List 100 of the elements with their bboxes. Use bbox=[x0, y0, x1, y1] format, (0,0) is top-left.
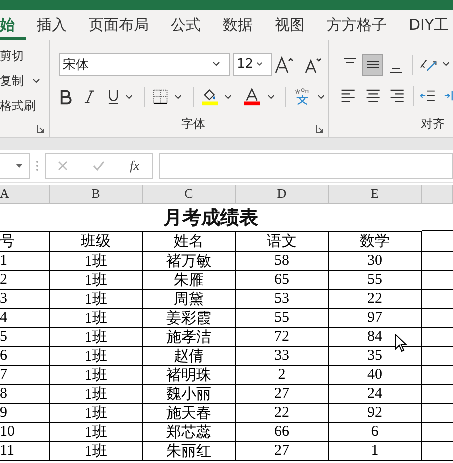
chevron-icon[interactable] bbox=[33, 79, 40, 84]
table-cell: 27 bbox=[236, 442, 329, 461]
table-cell: 施孝洁 bbox=[143, 328, 236, 347]
mouse-pointer-icon bbox=[395, 334, 407, 353]
chevron-icon[interactable] bbox=[126, 94, 133, 100]
table-cell: 65 bbox=[236, 271, 329, 290]
ribbon-tab[interactable]: 插入 bbox=[26, 10, 78, 40]
bold-icon[interactable] bbox=[59, 89, 72, 105]
table-cell: 周黛 bbox=[143, 290, 236, 309]
column-header[interactable]: B bbox=[50, 185, 143, 204]
ribbon-tab[interactable]: 方方格子 bbox=[316, 10, 398, 40]
table-cell: 40 bbox=[329, 366, 422, 385]
ribbon-tab[interactable]: 页面布局 bbox=[78, 10, 160, 40]
chevron-icon[interactable] bbox=[213, 62, 220, 67]
table-cell: 朱雁 bbox=[143, 271, 236, 290]
table-cell: 1班 bbox=[50, 271, 143, 290]
table-cell: 1班 bbox=[50, 423, 143, 442]
table-cell: 1班 bbox=[50, 309, 143, 328]
clipboard-command[interactable]: 复制 bbox=[0, 73, 49, 90]
chevron-icon[interactable] bbox=[224, 94, 232, 100]
formula-input[interactable] bbox=[159, 153, 453, 179]
header-cell: 班级 bbox=[50, 232, 143, 252]
dialog-launcher-icon[interactable] bbox=[316, 125, 324, 133]
table-cell: 1班 bbox=[50, 385, 143, 404]
ribbon-tab[interactable]: 视图 bbox=[264, 10, 316, 40]
table-cell: 褚万敏 bbox=[143, 252, 236, 271]
table-cell: 朱丽红 bbox=[143, 442, 236, 461]
column-header[interactable]: A bbox=[0, 185, 50, 204]
header-cell: 语文 bbox=[236, 232, 329, 252]
table-cell: 7 bbox=[0, 366, 50, 385]
font-color-icon[interactable] bbox=[244, 88, 261, 106]
clipboard-command[interactable]: 格式刷 bbox=[0, 98, 49, 115]
align-top-icon bbox=[344, 58, 356, 62]
drag-handle-icon[interactable] bbox=[36, 160, 39, 172]
shrink-font-icon[interactable] bbox=[304, 56, 322, 74]
italic-icon[interactable] bbox=[84, 89, 96, 105]
table-cell: 1班 bbox=[50, 290, 143, 309]
table-cell: 11 bbox=[0, 442, 50, 461]
check-icon[interactable] bbox=[93, 161, 106, 171]
font-name-field[interactable]: 宋体 bbox=[59, 53, 230, 76]
column-header[interactable]: E bbox=[329, 185, 422, 204]
chevron-icon[interactable] bbox=[318, 94, 325, 100]
borders-icon[interactable] bbox=[152, 89, 168, 105]
underline-icon[interactable] bbox=[108, 89, 120, 105]
table-cell: 2 bbox=[236, 366, 329, 385]
table-cell: 1班 bbox=[50, 442, 143, 461]
table-cell: 58 bbox=[236, 252, 329, 271]
table-cell: 72 bbox=[236, 328, 329, 347]
chevron-icon[interactable] bbox=[174, 94, 182, 100]
table-cell: 施天春 bbox=[143, 404, 236, 423]
column-header[interactable]: C bbox=[143, 185, 236, 204]
table-cell: 4 bbox=[0, 309, 50, 328]
table-cell: 6 bbox=[329, 423, 422, 442]
table-cell: 55 bbox=[236, 309, 329, 328]
table-cell: 1班 bbox=[50, 252, 143, 271]
header-cell: 姓名 bbox=[143, 232, 236, 252]
group-label: 对齐 bbox=[421, 116, 445, 133]
ribbon-tab[interactable]: DIY工 bbox=[398, 10, 453, 40]
table-cell: 1班 bbox=[50, 347, 143, 366]
table-cell: 1 bbox=[329, 442, 422, 461]
table-cell: 1班 bbox=[50, 328, 143, 347]
phonetic-guide-icon[interactable] bbox=[294, 88, 312, 106]
table-cell: 1班 bbox=[50, 404, 143, 423]
table-cell: 97 bbox=[329, 309, 422, 328]
align-middle-button[interactable] bbox=[362, 54, 384, 76]
ribbon-tab[interactable]: 数据 bbox=[212, 10, 264, 40]
table-cell: 33 bbox=[236, 347, 329, 366]
column-header[interactable]: D bbox=[236, 185, 329, 204]
table-cell: 24 bbox=[329, 385, 422, 404]
table-cell: 魏小丽 bbox=[143, 385, 236, 404]
dropdown-icon[interactable] bbox=[16, 164, 23, 168]
dialog-launcher-icon[interactable] bbox=[37, 125, 45, 133]
table-cell: 66 bbox=[236, 423, 329, 442]
header-cell: 号 bbox=[0, 232, 50, 252]
table-cell: 1班 bbox=[50, 366, 143, 385]
chevron-icon[interactable] bbox=[443, 62, 450, 67]
sheet-title: 月考成绩表 bbox=[0, 204, 422, 232]
header-cell: 数学 bbox=[329, 232, 422, 252]
table-cell: 10 bbox=[0, 423, 50, 442]
font-size-field[interactable]: 12 bbox=[233, 53, 272, 76]
align-bottom-icon bbox=[390, 68, 402, 72]
table-cell: 22 bbox=[329, 290, 422, 309]
table-cell: 55 bbox=[329, 271, 422, 290]
fill-color-icon[interactable] bbox=[202, 88, 218, 106]
table-cell: 赵倩 bbox=[143, 347, 236, 366]
table-cell: 27 bbox=[236, 385, 329, 404]
chevron-icon[interactable] bbox=[268, 94, 274, 100]
table-cell: 姜彩霞 bbox=[143, 309, 236, 328]
chevron-icon[interactable] bbox=[256, 62, 262, 67]
table-cell: 3 bbox=[0, 290, 50, 309]
ribbon-tab[interactable]: 公式 bbox=[160, 10, 212, 40]
table-cell: 6 bbox=[0, 347, 50, 366]
clipboard-command[interactable]: 剪切 bbox=[0, 48, 49, 65]
table-cell: 22 bbox=[236, 404, 329, 423]
table-cell: 8 bbox=[0, 385, 50, 404]
grow-font-icon[interactable] bbox=[275, 56, 295, 74]
table-cell: 9 bbox=[0, 404, 50, 423]
table-cell: 1 bbox=[0, 252, 50, 271]
table-cell: 30 bbox=[329, 252, 422, 271]
insert-function-button[interactable]: fx bbox=[130, 158, 140, 174]
